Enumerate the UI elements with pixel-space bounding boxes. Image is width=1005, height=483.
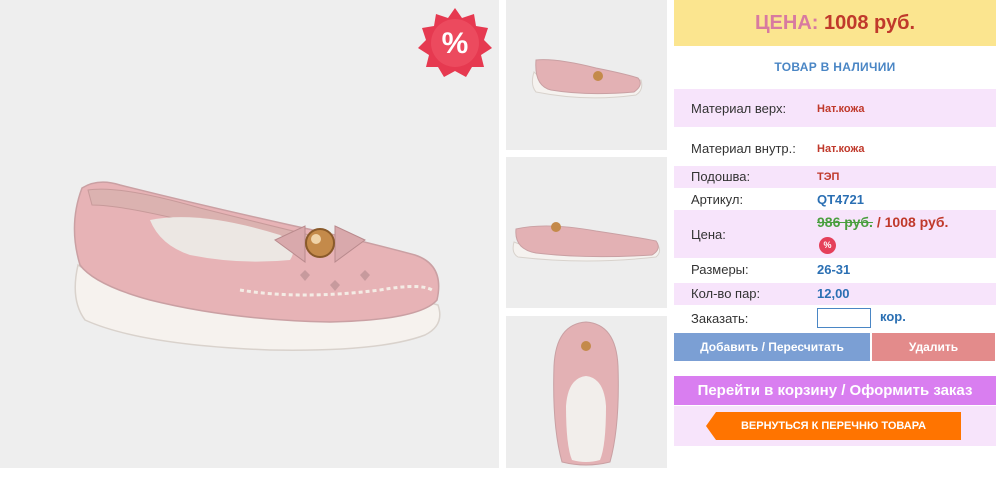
pairs-label: Кол-во пар: [691,286,761,301]
thumbnail-3[interactable] [506,316,667,468]
shoe-side-icon [531,59,643,99]
order-label: Заказать: [691,311,749,326]
spec-label: Материал верх: [691,101,787,116]
old-price: 986 руб. [817,214,873,230]
shoe-side-icon [512,222,661,262]
spec-label: Подошва: [691,169,751,184]
sizes-label: Размеры: [691,262,749,277]
discount-percent-icon: % [819,237,836,254]
thumbnail-1[interactable] [506,0,667,150]
spec-value: Нат.кожа [817,143,865,155]
sizes-value: 26-31 [817,262,851,277]
spec-row-article: Артикул: QT4721 [674,189,996,209]
stock-status: ТОВАР В НАЛИЧИИ [774,60,896,74]
discount-badge: % [416,6,494,78]
back-button-container: ВЕРНУТЬСЯ К ПЕРЕЧНЮ ТОВАРА [674,406,996,446]
price-header-label: ЦЕНА: [754,12,819,34]
discount-symbol: % [442,27,469,60]
price-separator: / [872,214,885,230]
pairs-row: Кол-во пар: 12,00 [674,283,996,305]
delete-button[interactable]: Удалить [872,333,995,361]
sizes-row: Размеры: 26-31 [674,259,996,281]
price-label: Цена: [691,227,726,242]
product-info-panel: ЦЕНА: 1008 руб. ТОВАР В НАЛИЧИИ Материал… [674,0,996,483]
back-to-list-button[interactable]: ВЕРНУТЬСЯ К ПЕРЕЧНЮ ТОВАРА [706,412,961,440]
spec-row-upper-material: Материал верх: Нат.кожа [674,89,996,127]
shoe-top-icon [553,321,619,466]
starburst-icon: % [418,8,492,77]
spec-row-sole: Подошва: ТЭП [674,166,996,188]
price-row: Цена: 986 руб. / 1008 руб. % [674,210,996,258]
go-to-cart-button[interactable]: Перейти в корзину / Оформить заказ [674,376,996,405]
order-unit: кор. [880,309,906,324]
price-header-value: 1008 руб. [824,12,916,34]
spec-value: QT4721 [817,192,864,207]
price-header: ЦЕНА: 1008 руб. [674,0,996,46]
order-quantity-input[interactable] [817,308,871,328]
new-price: 1008 руб. [884,214,949,230]
spec-label: Материал внутр.: [691,141,796,156]
pairs-value: 12,00 [817,286,850,301]
price-values: 986 руб. / 1008 руб. [817,214,948,230]
add-recalculate-button[interactable]: Добавить / Пересчитать [674,333,870,361]
order-row: Заказать: кор. [674,306,996,330]
spec-value: ТЭП [817,171,840,183]
spec-label: Артикул: [691,192,744,207]
thumbnail-2[interactable] [506,157,667,308]
spec-row-inner-material: Материал внутр.: Нат.кожа [674,133,996,163]
spec-value: Нат.кожа [817,103,865,115]
